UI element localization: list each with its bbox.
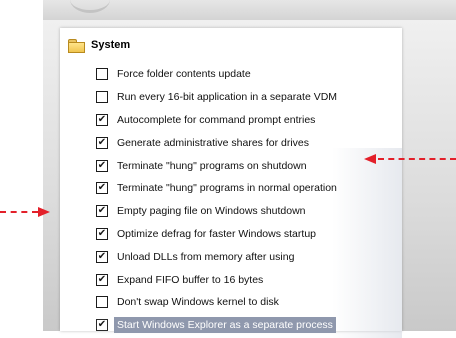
annotation-arrow-right-head bbox=[364, 154, 376, 164]
option-label: Don't swap Windows kernel to disk bbox=[117, 296, 279, 309]
option-row[interactable]: ✔ Optimize defrag for faster Windows star… bbox=[96, 223, 398, 246]
option-row[interactable]: ✔ Terminate "hung" programs on shutdown bbox=[96, 154, 398, 177]
option-row[interactable]: Run every 16-bit application in a separa… bbox=[96, 86, 398, 109]
option-label: Autocomplete for command prompt entries bbox=[117, 113, 316, 126]
option-row[interactable]: ✔ Start Windows Explorer as a separate pr… bbox=[96, 314, 398, 337]
checkbox-checked[interactable]: ✔ bbox=[96, 273, 108, 286]
checkbox-checked[interactable]: ✔ bbox=[96, 250, 108, 263]
checkbox-checked[interactable]: ✔ bbox=[96, 136, 108, 149]
checkbox-unchecked[interactable] bbox=[96, 91, 108, 104]
checkbox-checked[interactable]: ✔ bbox=[96, 227, 108, 240]
option-label: Run every 16-bit application in a separa… bbox=[117, 91, 338, 104]
checkbox-checked[interactable]: ✔ bbox=[96, 182, 108, 195]
group-header-system[interactable]: System bbox=[68, 36, 130, 54]
checkbox-unchecked[interactable] bbox=[96, 68, 108, 81]
option-row[interactable]: ✔ Generate administrative shares for driv… bbox=[96, 131, 398, 154]
option-row[interactable]: ✔ Autocomplete for command prompt entries bbox=[96, 109, 398, 132]
option-row[interactable]: ✔ Expand FIFO buffer to 16 bytes bbox=[96, 268, 398, 291]
annotation-arrow-left bbox=[0, 211, 38, 213]
option-row[interactable]: ✔ Terminate "hung" programs in normal ope… bbox=[96, 177, 398, 200]
option-row[interactable]: Force folder contents update bbox=[96, 63, 398, 86]
option-row[interactable]: ✔ Empty paging file on Windows shutdown bbox=[96, 200, 398, 223]
option-row[interactable]: ✔ Unload DLLs from memory after using bbox=[96, 245, 398, 268]
group-label: System bbox=[91, 39, 131, 51]
annotation-arrow-left-head bbox=[38, 207, 50, 217]
checkbox-checked[interactable]: ✔ bbox=[96, 113, 108, 126]
option-label: Terminate "hung" programs on shutdown bbox=[117, 159, 307, 172]
settings-list-panel: System Force folder contents update Run e… bbox=[60, 28, 402, 338]
checkbox-checked[interactable]: ✔ bbox=[96, 319, 108, 332]
checkbox-checked[interactable]: ✔ bbox=[96, 159, 108, 172]
option-label: Force folder contents update bbox=[117, 68, 251, 81]
option-label: Expand FIFO buffer to 16 bytes bbox=[117, 273, 264, 286]
option-label: Generate administrative shares for drive… bbox=[117, 136, 309, 149]
folder-open-icon bbox=[68, 38, 85, 53]
option-list: Force folder contents update Run every 16… bbox=[96, 63, 398, 337]
annotation-arrow-right bbox=[378, 158, 456, 160]
checkbox-unchecked[interactable] bbox=[96, 296, 108, 309]
option-label: Empty paging file on Windows shutdown bbox=[117, 205, 306, 218]
option-label: Optimize defrag for faster Windows start… bbox=[117, 227, 316, 240]
option-row[interactable]: Don't swap Windows kernel to disk bbox=[96, 291, 398, 314]
checkbox-checked[interactable]: ✔ bbox=[96, 205, 108, 218]
option-label: Terminate "hung" programs in normal oper… bbox=[117, 182, 337, 195]
option-label: Unload DLLs from memory after using bbox=[117, 250, 295, 263]
